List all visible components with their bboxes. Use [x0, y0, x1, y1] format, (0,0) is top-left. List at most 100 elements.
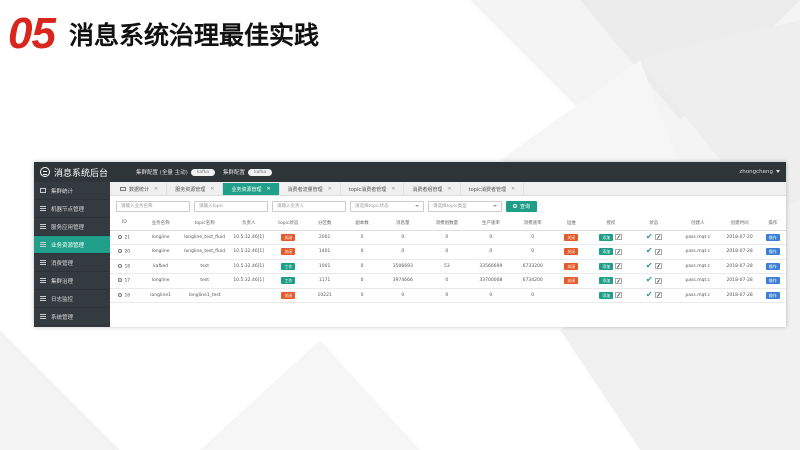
business-name-input[interactable]: 请输入业务名称	[116, 200, 190, 212]
column-header[interactable]: 消息量	[380, 216, 425, 231]
column-header[interactable]: ID	[110, 216, 139, 231]
close-icon[interactable]: ✕	[154, 186, 158, 192]
topic-name[interactable]: longline_test_fluid	[184, 235, 225, 240]
operate-button[interactable]: 操作	[765, 248, 780, 256]
topic-input[interactable]: 请输入topic	[194, 200, 268, 212]
operate-button[interactable]: 操作	[765, 233, 780, 241]
column-header[interactable]: 业务名称	[138, 216, 183, 231]
ops-badge[interactable]: 关闭	[564, 233, 579, 241]
column-header[interactable]: 运维	[552, 216, 590, 231]
table-row[interactable]: 20 longline longline_test_fluid 10.5.32.46[…	[110, 244, 786, 260]
column-header[interactable]: 状态	[631, 216, 676, 231]
column-header[interactable]: 生产速率	[468, 216, 513, 231]
close-icon[interactable]: ✕	[210, 186, 214, 192]
tab-consumer-groups[interactable]: 消费者组管理 ✕	[404, 183, 461, 195]
table-cell: pass.mqt.c	[675, 259, 720, 274]
operate-button[interactable]: 操作	[765, 277, 780, 285]
tab-business-resources[interactable]: 业务资源管理 ✕	[223, 183, 280, 195]
column-header[interactable]: 副本数	[343, 216, 381, 231]
table-cell: 0	[380, 288, 425, 303]
close-icon[interactable]: ✕	[266, 186, 270, 192]
auth-button[interactable]: 添加	[599, 277, 614, 285]
column-header[interactable]: 消费组数量	[424, 216, 469, 231]
user-menu[interactable]: zhongcheng	[739, 169, 780, 175]
sidebar: 集群统计 机器节点管理 服务应用管理 业务资源管理 消费管理 集群治理 日志监控…	[34, 182, 110, 327]
replicas: 0	[360, 249, 364, 255]
operate-button[interactable]: 操作	[765, 291, 780, 299]
column-header[interactable]: topic状态	[270, 216, 306, 231]
table-cell: 53	[424, 259, 469, 274]
close-icon[interactable]: ✕	[447, 186, 451, 192]
sidebar-item-system[interactable]: 系统管理	[34, 308, 110, 326]
topic-name[interactable]: longline1_test	[189, 293, 221, 298]
edit-icon[interactable]	[615, 292, 623, 299]
ops-badge[interactable]: 关闭	[564, 262, 579, 270]
topic-name[interactable]: test	[200, 278, 209, 283]
table-row[interactable]: 17 longline test 10.5.32.46[1] 工作 1171 0 397466…	[110, 273, 786, 289]
search-icon[interactable]	[118, 249, 123, 253]
column-header[interactable]: topic名称	[182, 216, 227, 231]
column-header[interactable]: 创建时间	[719, 216, 760, 231]
sidebar-item-apps[interactable]: 服务应用管理	[34, 218, 110, 236]
auth-button[interactable]: 添加	[599, 262, 614, 270]
ops-badge[interactable]: 关闭	[564, 277, 579, 285]
env-selector-2[interactable]: 集群配置 kafka	[223, 168, 273, 176]
column-header[interactable]: 授权	[589, 216, 632, 231]
auth-button[interactable]: 添加	[599, 291, 614, 299]
tab-service-resources[interactable]: 服务资源管理 ✕	[167, 183, 224, 195]
edit-icon[interactable]	[615, 248, 623, 255]
column-header[interactable]: 分区数	[305, 216, 344, 231]
env-value[interactable]: kafka	[190, 168, 215, 176]
search-icon[interactable]	[118, 263, 123, 268]
column-header[interactable]: 消费速率	[512, 216, 553, 231]
business-name: kafked	[153, 263, 169, 269]
app-logo[interactable]: 消息系统后台	[40, 166, 136, 179]
topic-status-select[interactable]: 请选择topic状态	[350, 200, 424, 212]
topic-name[interactable]: test	[200, 264, 209, 269]
auth-button[interactable]: 添加	[599, 248, 614, 256]
search-icon[interactable]	[118, 292, 123, 297]
table-row[interactable]: 16 longline1 longline1_test 关闭 10221 0 0 0 0 0 添加 ✔…	[110, 288, 786, 303]
table-row[interactable]: 21 longline longline_test_fluid 10.5.32.46[…	[110, 230, 786, 245]
sidebar-item-nodes[interactable]: 机器节点管理	[34, 200, 110, 218]
messages: 0	[401, 234, 405, 240]
column-header[interactable]: 创建人	[675, 216, 720, 231]
ops-badge[interactable]: 关闭	[564, 248, 579, 256]
env-value-2[interactable]: kafka	[247, 168, 273, 176]
env-selector-1[interactable]: 集群配置 (全量 主动) kafka	[136, 168, 215, 176]
sidebar-item-governance[interactable]: 集群治理	[34, 272, 110, 290]
edit-icon[interactable]	[654, 234, 662, 241]
auth-button[interactable]: 添加	[599, 233, 614, 241]
sidebar-item-business[interactable]: 业务资源管理	[34, 236, 110, 254]
operate-button[interactable]: 操作	[765, 262, 780, 270]
sidebar-item-logs[interactable]: 日志监控	[34, 290, 110, 308]
close-icon[interactable]: ✕	[328, 186, 332, 192]
edit-icon[interactable]	[654, 292, 662, 299]
search-icon[interactable]	[118, 234, 123, 239]
owner-input[interactable]: 请输入负责人	[272, 200, 346, 212]
column-header[interactable]: 操作	[759, 216, 786, 231]
edit-icon[interactable]	[615, 234, 623, 241]
sidebar-item-stats[interactable]: 集群统计	[34, 182, 110, 200]
tab-topic-consumers-2[interactable]: topic消费者管理 ✕	[461, 183, 525, 195]
close-icon[interactable]: ✕	[511, 186, 515, 192]
sidebar-item-label: 机器节点管理	[51, 206, 85, 213]
edit-icon[interactable]	[615, 263, 623, 270]
tab-consumer-flow[interactable]: 消费者流量管理 ✕	[280, 183, 341, 195]
topic-name[interactable]: longline_test_fluid	[184, 249, 225, 254]
sidebar-item-consume[interactable]: 消费管理	[34, 254, 110, 272]
select-value: 请选择topic状态	[355, 204, 389, 209]
edit-icon[interactable]	[654, 277, 662, 284]
tab-stats[interactable]: 数据统计 ✕	[112, 183, 168, 195]
edit-icon[interactable]	[654, 263, 662, 270]
topic-type-select[interactable]: 请选择topic类型	[428, 200, 502, 212]
close-icon[interactable]: ✕	[391, 186, 395, 192]
tab-topic-consumers[interactable]: topic消费者管理 ✕	[341, 183, 405, 195]
edit-icon[interactable]	[615, 277, 623, 284]
edit-icon[interactable]	[654, 248, 662, 255]
table-cell: 18	[110, 259, 139, 274]
table-row[interactable]: 18 kafked test 10.5.32.46[1] 工作 1001 0 3506693 5…	[110, 259, 786, 274]
column-header[interactable]: 负责人	[226, 216, 271, 231]
search-icon[interactable]	[118, 278, 123, 282]
query-button[interactable]: 查询	[506, 200, 538, 212]
